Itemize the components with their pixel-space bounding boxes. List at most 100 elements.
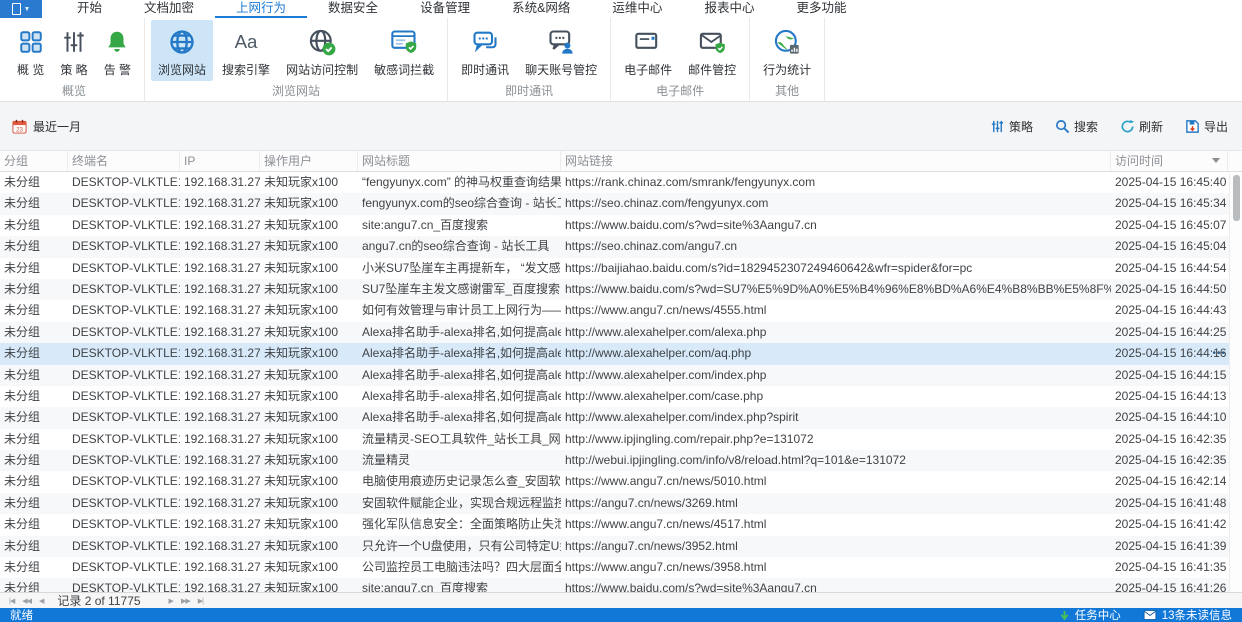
- table-row[interactable]: 未分组DESKTOP-VLKTLE1192.168.31.27未知玩家x100A…: [0, 386, 1242, 407]
- cell-terminal: DESKTOP-VLKTLE1: [68, 557, 180, 578]
- menu-tab-开始[interactable]: 开始: [56, 0, 123, 18]
- export-icon: [1185, 119, 1200, 134]
- ribbon-button-网站访问控制[interactable]: 网站访问控制: [279, 20, 365, 81]
- menu-tab-系统&网络[interactable]: 系统&网络: [491, 0, 591, 18]
- table-row[interactable]: 未分组DESKTOP-VLKTLE1192.168.31.27未知玩家x100安…: [0, 493, 1242, 514]
- cell-terminal: DESKTOP-VLKTLE1: [68, 322, 180, 343]
- cell-ip: 192.168.31.27: [180, 450, 260, 471]
- ribbon-button-即时通讯[interactable]: 即时通讯: [454, 20, 516, 81]
- table-row[interactable]: 未分组DESKTOP-VLKTLE1192.168.31.27未知玩家x100A…: [0, 322, 1242, 343]
- toolbar-action-刷新[interactable]: 刷新: [1120, 118, 1163, 135]
- next-page-button[interactable]: ▶: [165, 598, 177, 605]
- ribbon-button-搜索引擎[interactable]: Aa搜索引擎: [215, 20, 277, 81]
- ribbon-group-label: 概览: [10, 81, 138, 101]
- table-row[interactable]: 未分组DESKTOP-VLKTLE1192.168.31.27未知玩家x100A…: [0, 365, 1242, 386]
- record-count-label: 记录 2 of 11775: [57, 592, 140, 609]
- column-header-终端名[interactable]: 终端名: [68, 151, 180, 171]
- mail-icon: [634, 26, 662, 58]
- scrollbar-thumb[interactable]: [1233, 175, 1240, 221]
- ribbon-button-电子邮件[interactable]: 电子邮件: [617, 20, 679, 81]
- menu-tab-运维中心[interactable]: 运维中心: [591, 0, 683, 18]
- table-row[interactable]: 未分组DESKTOP-VLKTLE1192.168.31.27未知玩家x100强…: [0, 514, 1242, 535]
- date-range-filter[interactable]: 23 最近一月: [12, 118, 81, 135]
- filter-dropdown-icon[interactable]: [1212, 158, 1220, 163]
- table-row[interactable]: 未分组DESKTOP-VLKTLE1192.168.31.27未知玩家x100只…: [0, 536, 1242, 557]
- cell-group: 未分组: [0, 215, 68, 236]
- toolbar-action-导出[interactable]: 导出: [1185, 118, 1228, 135]
- menu-tab-上网行为[interactable]: 上网行为: [215, 0, 307, 18]
- unread-messages-link[interactable]: 13条未读信息: [1143, 607, 1232, 622]
- column-header-访问时间[interactable]: 访问时间: [1111, 151, 1228, 171]
- ribbon-group-label: 浏览网站: [151, 81, 441, 101]
- menu-tab-更多功能[interactable]: 更多功能: [775, 0, 867, 18]
- column-header-网站链接[interactable]: 网站链接: [561, 151, 1111, 171]
- table-row[interactable]: 未分组DESKTOP-VLKTLE1192.168.31.27未知玩家x100s…: [0, 578, 1242, 592]
- next-fast-button[interactable]: ▶▶: [177, 598, 194, 605]
- cell-title: 流量精灵-SEO工具软件_站长工具_网站推广...: [358, 429, 561, 450]
- cell-time: 2025-04-15 16:41:35: [1111, 557, 1228, 578]
- table-row[interactable]: 未分组DESKTOP-VLKTLE1192.168.31.27未知玩家x100如…: [0, 300, 1242, 321]
- toolbar-action-label: 导出: [1204, 118, 1228, 135]
- table-row[interactable]: 未分组DESKTOP-VLKTLE1192.168.31.27未知玩家x100S…: [0, 279, 1242, 300]
- table-row[interactable]: 未分组DESKTOP-VLKTLE1192.168.31.27未知玩家x100小…: [0, 258, 1242, 279]
- cell-group: 未分组: [0, 557, 68, 578]
- table-row[interactable]: 未分组DESKTOP-VLKTLE1192.168.31.27未知玩家x100公…: [0, 557, 1242, 578]
- ribbon-group-概览: 概 览策 略告 警概览: [4, 18, 145, 101]
- last-page-button[interactable]: ▶|: [194, 598, 207, 605]
- ribbon-button-概览[interactable]: 概 览: [10, 20, 51, 81]
- ribbon-button-聊天账号管控[interactable]: 聊天账号管控: [518, 20, 604, 81]
- menu-tab-文档加密[interactable]: 文档加密: [123, 0, 215, 18]
- table-row[interactable]: 未分组DESKTOP-VLKTLE1192.168.31.27未知玩家x100A…: [0, 407, 1242, 428]
- menu-tab-数据安全[interactable]: 数据安全: [307, 0, 399, 18]
- vertical-scrollbar[interactable]: [1229, 173, 1242, 592]
- ribbon-button-邮件管控[interactable]: 邮件管控: [681, 20, 743, 81]
- globe-icon: [168, 26, 196, 58]
- cell-title: angu7.cn的seo综合查询 - 站长工具: [358, 236, 561, 257]
- ribbon-button-行为统计[interactable]: 行为统计: [756, 20, 818, 81]
- cell-ip: 192.168.31.27: [180, 471, 260, 492]
- cell-ip: 192.168.31.27: [180, 429, 260, 450]
- ribbon-button-策略[interactable]: 策 略: [53, 20, 94, 81]
- app-window: ▼ 开始文档加密上网行为数据安全设备管理系统&网络运维中心报表中心更多功能 概 …: [0, 0, 1242, 622]
- ribbon-button-告警[interactable]: 告 警: [97, 20, 138, 81]
- globe-check-icon: [308, 26, 336, 58]
- column-header-分组[interactable]: 分组: [0, 151, 68, 171]
- prev-fast-button[interactable]: ◀◀: [18, 598, 35, 605]
- cell-title: 如何有效管理与审计员工上网行为——安固...: [358, 300, 561, 321]
- table-row[interactable]: 未分组DESKTOP-VLKTLE1192.168.31.27未知玩家x100电…: [0, 471, 1242, 492]
- ribbon-button-浏览网站[interactable]: 浏览网站: [151, 20, 213, 81]
- menu-tab-报表中心[interactable]: 报表中心: [683, 0, 775, 18]
- cell-ip: 192.168.31.27: [180, 557, 260, 578]
- table-row[interactable]: 未分组DESKTOP-VLKTLE1192.168.31.27未知玩家x100a…: [0, 236, 1242, 257]
- cell-terminal: DESKTOP-VLKTLE1: [68, 343, 180, 364]
- column-header-操作用户[interactable]: 操作用户: [260, 151, 358, 171]
- toolbar-action-搜索[interactable]: 搜索: [1055, 118, 1098, 135]
- cell-user: 未知玩家x100: [260, 429, 358, 450]
- ribbon-button-敏感词拦截[interactable]: 敏感词拦截: [367, 20, 441, 81]
- app-menu-button[interactable]: ▼: [0, 0, 42, 18]
- column-header-filler: [1228, 151, 1242, 171]
- cell-time: 2025-04-15 16:42:35: [1111, 450, 1228, 471]
- column-header-IP[interactable]: IP: [180, 151, 260, 171]
- prev-page-button[interactable]: ◀: [35, 598, 47, 605]
- table-row[interactable]: 未分组DESKTOP-VLKTLE1192.168.31.27未知玩家x100f…: [0, 193, 1242, 214]
- column-header-网站标题[interactable]: 网站标题: [358, 151, 561, 171]
- task-center-link[interactable]: 任务中心: [1059, 607, 1121, 622]
- table-row[interactable]: 未分组DESKTOP-VLKTLE1192.168.31.27未知玩家x100流…: [0, 429, 1242, 450]
- toolbar-action-策略[interactable]: 策略: [990, 118, 1033, 135]
- chat-user-icon: [547, 26, 575, 58]
- cell-url: https://seo.chinaz.com/fengyunyx.com: [561, 193, 1111, 214]
- cell-url: https://www.baidu.com/s?wd=site%3Aangu7.…: [561, 215, 1111, 236]
- menu-tab-设备管理[interactable]: 设备管理: [399, 0, 491, 18]
- row-actions-ellipsis[interactable]: •••: [1212, 343, 1226, 364]
- table-row[interactable]: 未分组DESKTOP-VLKTLE1192.168.31.27未知玩家x100流…: [0, 450, 1242, 471]
- table-row[interactable]: 未分组DESKTOP-VLKTLE1192.168.31.27未知玩家x100s…: [0, 215, 1242, 236]
- cell-time: 2025-04-15 16:44:16: [1111, 343, 1228, 364]
- cell-terminal: DESKTOP-VLKTLE1: [68, 407, 180, 428]
- table-row[interactable]: 未分组DESKTOP-VLKTLE1192.168.31.27未知玩家x100A…: [0, 343, 1242, 364]
- first-page-button[interactable]: |◀: [5, 598, 18, 605]
- aa-icon: Aa: [232, 26, 260, 58]
- cell-url: http://www.alexahelper.com/index.php: [561, 365, 1111, 386]
- cell-title: 公司监控员工电脑违法吗？四大层面全局解...: [358, 557, 561, 578]
- table-row[interactable]: 未分组DESKTOP-VLKTLE1192.168.31.27未知玩家x100“…: [0, 172, 1242, 193]
